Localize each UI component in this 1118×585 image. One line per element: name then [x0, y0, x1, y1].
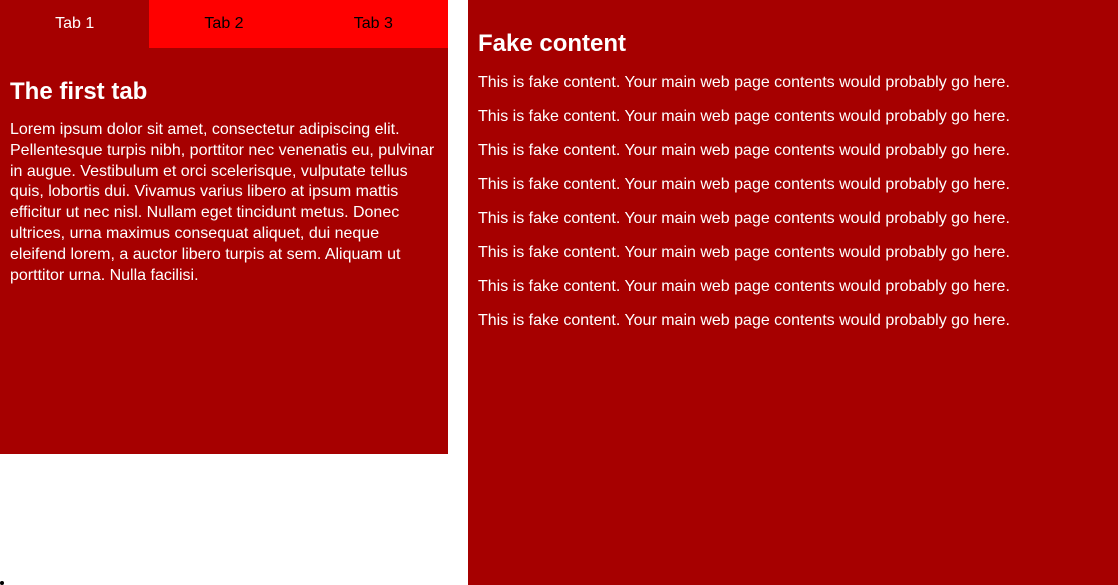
tab-label: Tab 3 — [354, 15, 393, 33]
main-paragraph: This is fake content. Your main web page… — [478, 74, 1108, 92]
main-paragraph: This is fake content. Your main web page… — [478, 142, 1108, 160]
main-paragraph: This is fake content. Your main web page… — [478, 176, 1108, 194]
main-paragraph: This is fake content. Your main web page… — [478, 108, 1108, 126]
main-paragraph: This is fake content. Your main web page… — [478, 278, 1108, 296]
tab-content-heading: The first tab — [10, 78, 438, 106]
tab-3[interactable]: Tab 3 — [299, 0, 448, 48]
main-paragraph: This is fake content. Your main web page… — [478, 312, 1108, 330]
tab-label: Tab 2 — [204, 15, 243, 33]
main-heading: Fake content — [478, 30, 1108, 58]
tab-1[interactable]: Tab 1 — [0, 0, 149, 48]
decorative-dot — [0, 581, 4, 585]
tab-2[interactable]: Tab 2 — [149, 0, 298, 48]
main-content-panel: Fake content This is fake content. Your … — [468, 0, 1118, 585]
main-paragraph: This is fake content. Your main web page… — [478, 244, 1108, 262]
tab-content-body: Lorem ipsum dolor sit amet, consectetur … — [10, 120, 438, 286]
tab-list: Tab 1 Tab 2 Tab 3 — [0, 0, 448, 48]
left-panel: Tab 1 Tab 2 Tab 3 The first tab Lorem ip… — [0, 0, 448, 585]
tab-panel-1: The first tab Lorem ipsum dolor sit amet… — [0, 48, 448, 454]
main-paragraph: This is fake content. Your main web page… — [478, 210, 1108, 228]
tab-label: Tab 1 — [55, 15, 94, 33]
